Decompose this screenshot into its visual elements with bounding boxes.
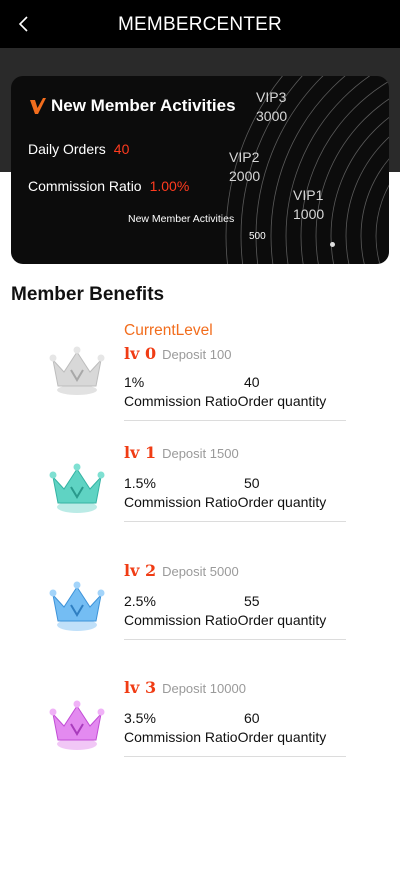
level-deposit: Deposit 1500 (162, 446, 239, 461)
level-values: 3.5% 60 (124, 710, 346, 726)
level-line: lv 0 Deposit 100 (124, 344, 346, 364)
page-title: MEMBERCENTER (118, 14, 282, 35)
level-deposit: Deposit 5000 (162, 564, 239, 579)
level-labels: Commission RatioOrder quantity (124, 393, 327, 409)
commission-ratio-value: 1.5% (124, 475, 156, 491)
level-labels: Commission RatioOrder quantity (124, 729, 327, 745)
level-values: 2.5% 55 (124, 593, 346, 609)
level-badge: lv 0 (124, 344, 157, 363)
daily-orders-label: Daily Orders (28, 141, 106, 157)
vip2-value: 2000 (229, 168, 261, 184)
commission-ratio-label: Commission Ratio (28, 178, 142, 194)
activity-card: New Member Activities Daily Orders 40 Com… (11, 76, 389, 264)
level-line: lv 3 Deposit 10000 (124, 678, 346, 698)
top-bar: MEMBERCENTER (0, 0, 400, 48)
vip1-value: 1000 (293, 206, 325, 222)
divider (124, 420, 346, 421)
level-deposit: Deposit 10000 (162, 681, 246, 696)
level-line: lv 1 Deposit 1500 (124, 443, 346, 463)
crown-icon (49, 346, 105, 395)
member-benefits-title: Member Benefits (11, 284, 165, 305)
divider (124, 756, 346, 757)
divider (124, 639, 346, 640)
card-title: New Member Activities (51, 96, 236, 115)
level-info: lv 1 Deposit 1500 1.5% 50 Commission Rat… (124, 443, 346, 522)
level-badge: lv 3 (124, 678, 157, 697)
v-logo-icon (30, 98, 46, 114)
level-badge: lv 1 (124, 443, 157, 462)
vip2-name: VIP2 (229, 149, 260, 165)
level-info: lv 2 Deposit 5000 2.5% 55 Commission Rat… (124, 561, 346, 640)
activity-small-label: New Member Activities (128, 213, 235, 225)
current-level-label: CurrentLevel (124, 322, 213, 339)
card-header: New Member Activities (29, 96, 236, 116)
level-badge: lv 2 (124, 561, 157, 580)
level-labels: Commission RatioOrder quantity (124, 612, 327, 628)
order-quantity-value: 40 (244, 374, 260, 390)
order-quantity-value: 60 (244, 710, 260, 726)
vip3-value: 3000 (256, 108, 288, 124)
activity-small-value: 500 (249, 231, 266, 242)
level-values: 1.5% 50 (124, 475, 346, 491)
level-info: CurrentLevel lv 0 Deposit 100 1% 40 Comm… (124, 322, 346, 421)
daily-orders: Daily Orders 40 (28, 141, 129, 157)
level-values: 1% 40 (124, 374, 346, 390)
crown-icon (49, 463, 105, 513)
vip1-marker: VIP1 1000 (293, 186, 324, 224)
vip3-marker: VIP3 3000 (256, 88, 287, 126)
divider (124, 521, 346, 522)
crown-icon (49, 700, 105, 750)
progress-dot (330, 242, 335, 247)
crown-icon (49, 581, 105, 631)
commission-ratio-value: 1% (124, 374, 145, 390)
commission-ratio-value: 2.5% (124, 593, 156, 609)
level-line: lv 2 Deposit 5000 (124, 561, 346, 581)
level-deposit: Deposit 100 (162, 347, 232, 362)
commission-ratio: Commission Ratio 1.00% (28, 178, 189, 194)
level-info: lv 3 Deposit 10000 3.5% 60 Commission Ra… (124, 678, 346, 757)
vip2-marker: VIP2 2000 (229, 148, 260, 186)
commission-ratio-value: 3.5% (124, 710, 156, 726)
commission-ratio-value: 1.00% (149, 178, 190, 194)
vip1-name: VIP1 (293, 187, 324, 203)
daily-orders-value: 40 (113, 141, 130, 157)
order-quantity-value: 50 (244, 475, 260, 491)
vip3-name: VIP3 (256, 89, 287, 105)
level-labels: Commission RatioOrder quantity (124, 494, 327, 510)
order-quantity-value: 55 (244, 593, 260, 609)
